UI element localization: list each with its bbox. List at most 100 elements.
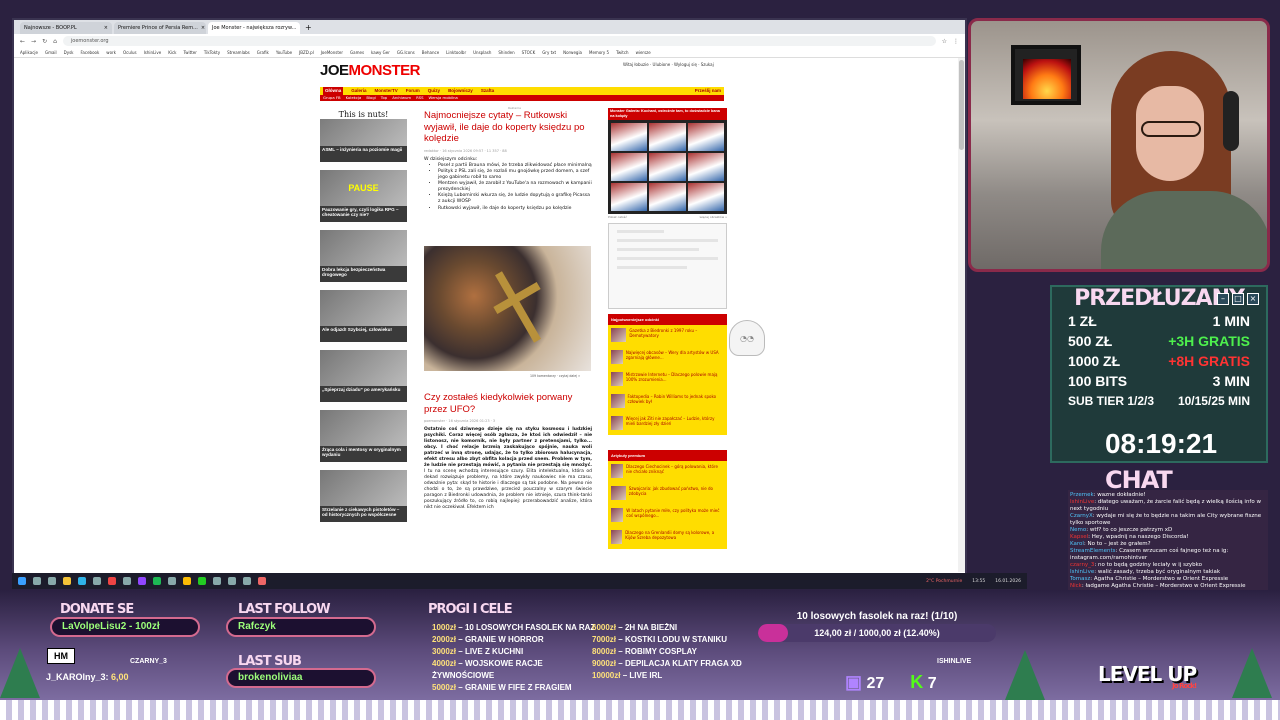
nav-item[interactable]: Szafta (481, 87, 494, 95)
nav-item[interactable]: Główna (323, 87, 344, 95)
gallery-note-right[interactable]: więcej obrazków » (699, 215, 727, 219)
close-icon[interactable]: × (104, 22, 108, 34)
chat-user[interactable]: Karol (1070, 541, 1084, 547)
nav-item[interactable]: Galeria (351, 87, 366, 95)
bookmark-item[interactable]: Streamlabs (227, 50, 250, 55)
bookmark-item[interactable]: Gmail (45, 50, 57, 55)
forward-icon[interactable]: → (31, 38, 36, 45)
bookmark-item[interactable]: Unsplash (473, 50, 491, 55)
bookmark-item[interactable]: Norwegia (563, 50, 582, 55)
subnav-item[interactable]: Kolekcja (346, 95, 362, 101)
chat-user[interactable]: Kapsel (1070, 534, 1088, 540)
gallery-image[interactable] (611, 123, 648, 151)
box-item[interactable]: Dlaczego na Grenlandii domy są kolorowe,… (608, 527, 727, 549)
close-icon[interactable]: × (299, 22, 300, 34)
chrome-icon[interactable] (183, 577, 191, 585)
left-thumb[interactable]: „Spieprzaj dziadu” po amerykańsku (320, 350, 407, 406)
chat-user[interactable]: IshinLive (1070, 569, 1094, 575)
new-tab-icon[interactable]: + (302, 22, 315, 34)
subnav-item[interactable]: Grupa FB (323, 95, 341, 101)
nav-item[interactable]: Bojowniczy (448, 87, 473, 95)
file-explorer-icon[interactable] (63, 577, 71, 585)
bookmark-item[interactable]: YouTube (276, 50, 292, 55)
subnav-item[interactable]: Archiwum (392, 95, 411, 101)
menu-icon[interactable]: ⋮ (953, 38, 959, 45)
bookmark-item[interactable]: TikTokty (204, 50, 220, 55)
gallery-image[interactable] (649, 183, 686, 211)
nav-item[interactable]: Forum (406, 87, 420, 95)
app-icon[interactable] (198, 577, 206, 585)
bookmark-item[interactable]: Shinden (498, 50, 514, 55)
login-area[interactable]: Witaj łobuzie · Ulubione · Wyloguj się ·… (623, 62, 733, 67)
bookmark-item[interactable]: work (106, 50, 116, 55)
bookmark-item[interactable]: Dysk (64, 50, 74, 55)
box-item[interactable]: Szwajcaria: jak zbudować państwo, nie do… (608, 483, 727, 505)
box-item[interactable]: Najwięcej obcasów – Wery dla artystów w … (608, 347, 727, 369)
app-icon[interactable] (213, 577, 221, 585)
maximize-icon[interactable]: □ (1232, 293, 1244, 305)
box-item[interactable]: W latach pytanie miłe, czy polityka może… (608, 505, 727, 527)
left-thumb[interactable]: Ale odjazd! Szybciej, człowieku! (320, 290, 407, 346)
subnav-item[interactable]: Top (381, 95, 387, 101)
bookmark-item[interactable]: Twitter (183, 50, 196, 55)
nav-submit[interactable]: Prześlij nam (695, 87, 721, 95)
chat-user[interactable]: Przemek (1070, 492, 1094, 498)
bookmark-item[interactable]: STOCK (522, 50, 536, 55)
nav-item[interactable]: Quizy (428, 87, 440, 95)
app-icon[interactable] (168, 577, 176, 585)
bullet-item[interactable]: Rutkowski wyjawił, ile daje do koperty k… (438, 206, 592, 212)
bookmark-item[interactable]: Linktoolbr (446, 50, 466, 55)
spotify-icon[interactable] (153, 577, 161, 585)
chat-user[interactable]: CzarnyX (1070, 513, 1093, 519)
bookmark-item[interactable]: Behance (422, 50, 439, 55)
chat-user[interactable]: Nick (1070, 583, 1082, 589)
bookmark-item[interactable]: JBZD.pl (299, 50, 314, 55)
left-thumb[interactable]: Dobra lekcja bezpieczeństwa drogowego (320, 230, 407, 286)
bookmark-item[interactable]: Facebook (81, 50, 100, 55)
left-thumb[interactable]: This is nuts! ASML – inżynieria na poziom… (320, 110, 407, 166)
gallery-note-left[interactable]: Pokaż całość (608, 215, 627, 219)
app-icon[interactable] (243, 577, 251, 585)
bookmark-item[interactable]: Aplikacje (20, 50, 38, 55)
reload-icon[interactable]: ↻ (42, 38, 47, 45)
subnav-item[interactable]: Wersja mobilna (429, 95, 458, 101)
article-title[interactable]: Czy zostałeś kiedykolwiek porwany przez … (424, 392, 592, 415)
bullet-item[interactable]: Księżą Lubomirski wkurza się, że ludzie … (438, 193, 592, 204)
comments-link[interactable]: 109 komentarzy · czytaj dalej » (530, 374, 580, 378)
gallery-image[interactable] (611, 153, 648, 181)
subnav-item[interactable]: RSS (416, 95, 423, 101)
bookmark-item[interactable]: Kick (168, 50, 176, 55)
scrollbar-thumb[interactable] (959, 60, 964, 150)
box-item[interactable]: Dlaczego Ciechocinek – górą polowania, k… (608, 461, 727, 483)
bookmark-item[interactable]: Memory 5 (589, 50, 609, 55)
url-input[interactable]: joemonster.org (62, 36, 936, 46)
box-item[interactable]: Więcej jak Ziti nie zapałczać – Ludzie, … (608, 413, 727, 435)
nav-item[interactable]: MonsterTV (375, 87, 398, 95)
bookmark-item[interactable]: Oculus (123, 50, 137, 55)
article-photo[interactable] (424, 246, 591, 371)
app-icon[interactable] (258, 577, 266, 585)
box-item[interactable]: Faktopedia – Robin Williams to jednak sp… (608, 391, 727, 413)
task-view-icon[interactable] (48, 577, 56, 585)
gallery-image[interactable] (649, 123, 686, 151)
minimize-icon[interactable]: – (1217, 293, 1229, 305)
subnav-item[interactable]: Blogi (366, 95, 375, 101)
gallery-image[interactable] (649, 153, 686, 181)
app-icon[interactable] (93, 577, 101, 585)
chat-user[interactable]: StreamElements (1070, 548, 1116, 554)
article-title[interactable]: Najmocniejsze cytaty – Rutkowski wyjawił… (424, 110, 592, 145)
edge-icon[interactable] (78, 577, 86, 585)
bookmark-item[interactable]: IshinLive (144, 50, 162, 55)
scrollbar[interactable] (958, 58, 965, 572)
search-icon[interactable] (33, 577, 41, 585)
back-icon[interactable]: ← (20, 38, 25, 45)
chat-user[interactable]: IshinLive (1070, 499, 1094, 505)
bullet-item[interactable]: Poseł z partii Brauna mówi, że trzeba zl… (438, 163, 592, 169)
left-thumb[interactable]: Strzelanie z ciekawych pistoletów – od h… (320, 470, 407, 526)
box-item[interactable]: Gazetka z Biedronki z 1997 roku – Demoty… (608, 325, 727, 347)
tray-time[interactable]: 13:55 (972, 579, 985, 584)
bookmark-item[interactable]: wiersze (636, 50, 651, 55)
tray-date[interactable]: 16.01.2026 (995, 579, 1021, 584)
gallery-image[interactable] (687, 123, 724, 151)
gallery-image[interactable] (611, 183, 648, 211)
